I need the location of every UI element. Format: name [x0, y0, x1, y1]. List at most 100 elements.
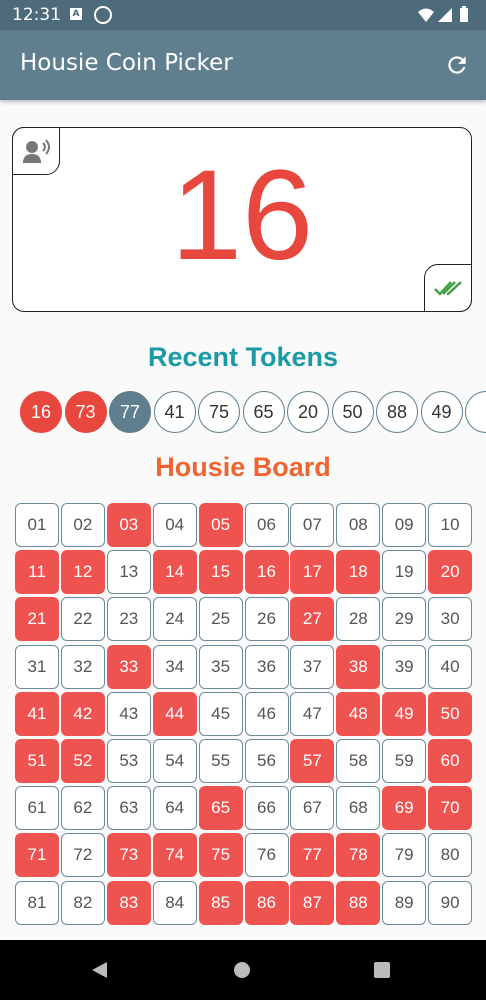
board-cell[interactable]: 63 — [106, 786, 151, 831]
board-cell[interactable]: 12 — [60, 550, 105, 595]
board-cell[interactable]: 27 — [290, 597, 335, 642]
board-cell[interactable]: 23 — [106, 597, 151, 642]
board-cell[interactable]: 79 — [382, 833, 427, 878]
board-cell[interactable]: 32 — [60, 644, 105, 689]
board-cell[interactable]: 77 — [290, 833, 335, 878]
board-cell[interactable]: 90 — [428, 880, 473, 925]
board-cell[interactable]: 18 — [336, 550, 381, 595]
board-cell[interactable]: 87 — [290, 880, 335, 925]
board-cell[interactable]: 02 — [60, 503, 105, 547]
board-cell[interactable]: 26 — [244, 597, 289, 642]
board-cell[interactable]: 50 — [428, 691, 473, 736]
board-cell[interactable]: 36 — [244, 644, 289, 689]
board-cell[interactable]: 55 — [198, 739, 243, 783]
board-cell[interactable]: 08 — [336, 503, 381, 547]
board-cell[interactable]: 44 — [152, 691, 197, 736]
board-cell[interactable]: 10 — [428, 503, 473, 547]
board-cell[interactable]: 46 — [244, 691, 289, 736]
board-cell[interactable]: 47 — [290, 691, 335, 736]
board-cell[interactable]: 71 — [15, 833, 59, 878]
board-cell[interactable]: 52 — [60, 739, 105, 783]
board-cell[interactable]: 70 — [428, 786, 473, 831]
board-cell[interactable]: 54 — [152, 739, 197, 783]
recent-tokens-list[interactable]: 16 73 77 41 75 65 20 50 88 49 — [20, 391, 486, 437]
board-cell[interactable]: 13 — [106, 550, 151, 595]
board-cell[interactable]: 69 — [382, 786, 427, 831]
board-cell[interactable]: 72 — [60, 833, 105, 878]
board-cell[interactable]: 14 — [152, 550, 197, 595]
board-cell[interactable]: 05 — [198, 503, 243, 547]
board-cell[interactable]: 20 — [428, 550, 473, 595]
board-cell[interactable]: 49 — [382, 691, 427, 736]
board-cell[interactable]: 42 — [60, 691, 105, 736]
board-cell[interactable]: 68 — [336, 786, 381, 831]
board-cell[interactable]: 78 — [336, 833, 381, 878]
board-cell[interactable]: 06 — [244, 503, 289, 547]
board-cell[interactable]: 75 — [198, 833, 243, 878]
board-cell[interactable]: 40 — [428, 644, 473, 689]
board-cell[interactable]: 03 — [106, 503, 151, 547]
board-cell[interactable]: 01 — [15, 503, 59, 547]
board-cell[interactable]: 33 — [106, 644, 151, 689]
board-cell[interactable]: 30 — [428, 597, 473, 642]
board-cell[interactable]: 84 — [152, 880, 197, 925]
board-cell[interactable]: 34 — [152, 644, 197, 689]
board-cell[interactable]: 74 — [152, 833, 197, 878]
board-cell[interactable]: 48 — [336, 691, 381, 736]
board-cell[interactable]: 80 — [428, 833, 473, 878]
board-cell[interactable]: 19 — [382, 550, 427, 595]
board-cell[interactable]: 81 — [15, 880, 59, 925]
board-cell[interactable]: 53 — [106, 739, 151, 783]
board-cell[interactable]: 25 — [198, 597, 243, 642]
board-cell[interactable]: 85 — [198, 880, 243, 925]
board-cell[interactable]: 86 — [244, 880, 289, 925]
board-cell[interactable]: 45 — [198, 691, 243, 736]
board-cell[interactable]: 28 — [336, 597, 381, 642]
board-cell[interactable]: 62 — [60, 786, 105, 831]
board-cell[interactable]: 61 — [15, 786, 59, 831]
board-cell[interactable]: 51 — [15, 739, 59, 783]
board-cell[interactable]: 35 — [198, 644, 243, 689]
board-cell[interactable]: 59 — [382, 739, 427, 783]
board-cell[interactable]: 37 — [290, 644, 335, 689]
board-cell[interactable]: 82 — [60, 880, 105, 925]
board-cell[interactable]: 73 — [106, 833, 151, 878]
board-cell[interactable]: 11 — [15, 550, 59, 595]
back-icon[interactable] — [92, 962, 107, 978]
board-cell[interactable]: 76 — [244, 833, 289, 878]
board-cell[interactable]: 24 — [152, 597, 197, 642]
board-cell[interactable]: 07 — [290, 503, 335, 547]
board-cell[interactable]: 31 — [15, 644, 59, 689]
board-cell[interactable]: 58 — [336, 739, 381, 783]
recent-token: 49 — [420, 391, 463, 433]
board-cell[interactable]: 57 — [290, 739, 335, 783]
board-cell[interactable]: 60 — [428, 739, 473, 783]
board-cell[interactable]: 15 — [198, 550, 243, 595]
board-cell[interactable]: 38 — [336, 644, 381, 689]
board-cell[interactable]: 83 — [106, 880, 151, 925]
confirm-button[interactable] — [424, 264, 472, 312]
board-cell[interactable]: 21 — [15, 597, 59, 642]
board-cell[interactable]: 56 — [244, 739, 289, 783]
recent-token: 77 — [109, 391, 151, 433]
board-cell[interactable]: 67 — [290, 786, 335, 831]
board-cell[interactable]: 09 — [382, 503, 427, 547]
board-cell[interactable]: 29 — [382, 597, 427, 642]
board-cell[interactable]: 16 — [244, 550, 289, 595]
board-cell[interactable]: 88 — [336, 880, 381, 925]
board-cell[interactable]: 66 — [244, 786, 289, 831]
home-icon[interactable] — [234, 962, 250, 978]
board-cell[interactable]: 17 — [290, 550, 335, 595]
board-cell[interactable]: 22 — [60, 597, 105, 642]
battery-icon — [460, 8, 468, 22]
board-cell[interactable]: 39 — [382, 644, 427, 689]
board-cell[interactable]: 43 — [106, 691, 151, 736]
status-time: 12:31 — [12, 5, 61, 25]
board-cell[interactable]: 64 — [152, 786, 197, 831]
board-cell[interactable]: 04 — [152, 503, 197, 547]
recents-icon[interactable] — [374, 962, 390, 978]
board-cell[interactable]: 65 — [198, 786, 243, 831]
board-cell[interactable]: 89 — [382, 880, 427, 925]
refresh-icon[interactable] — [444, 52, 470, 78]
board-cell[interactable]: 41 — [15, 691, 59, 736]
